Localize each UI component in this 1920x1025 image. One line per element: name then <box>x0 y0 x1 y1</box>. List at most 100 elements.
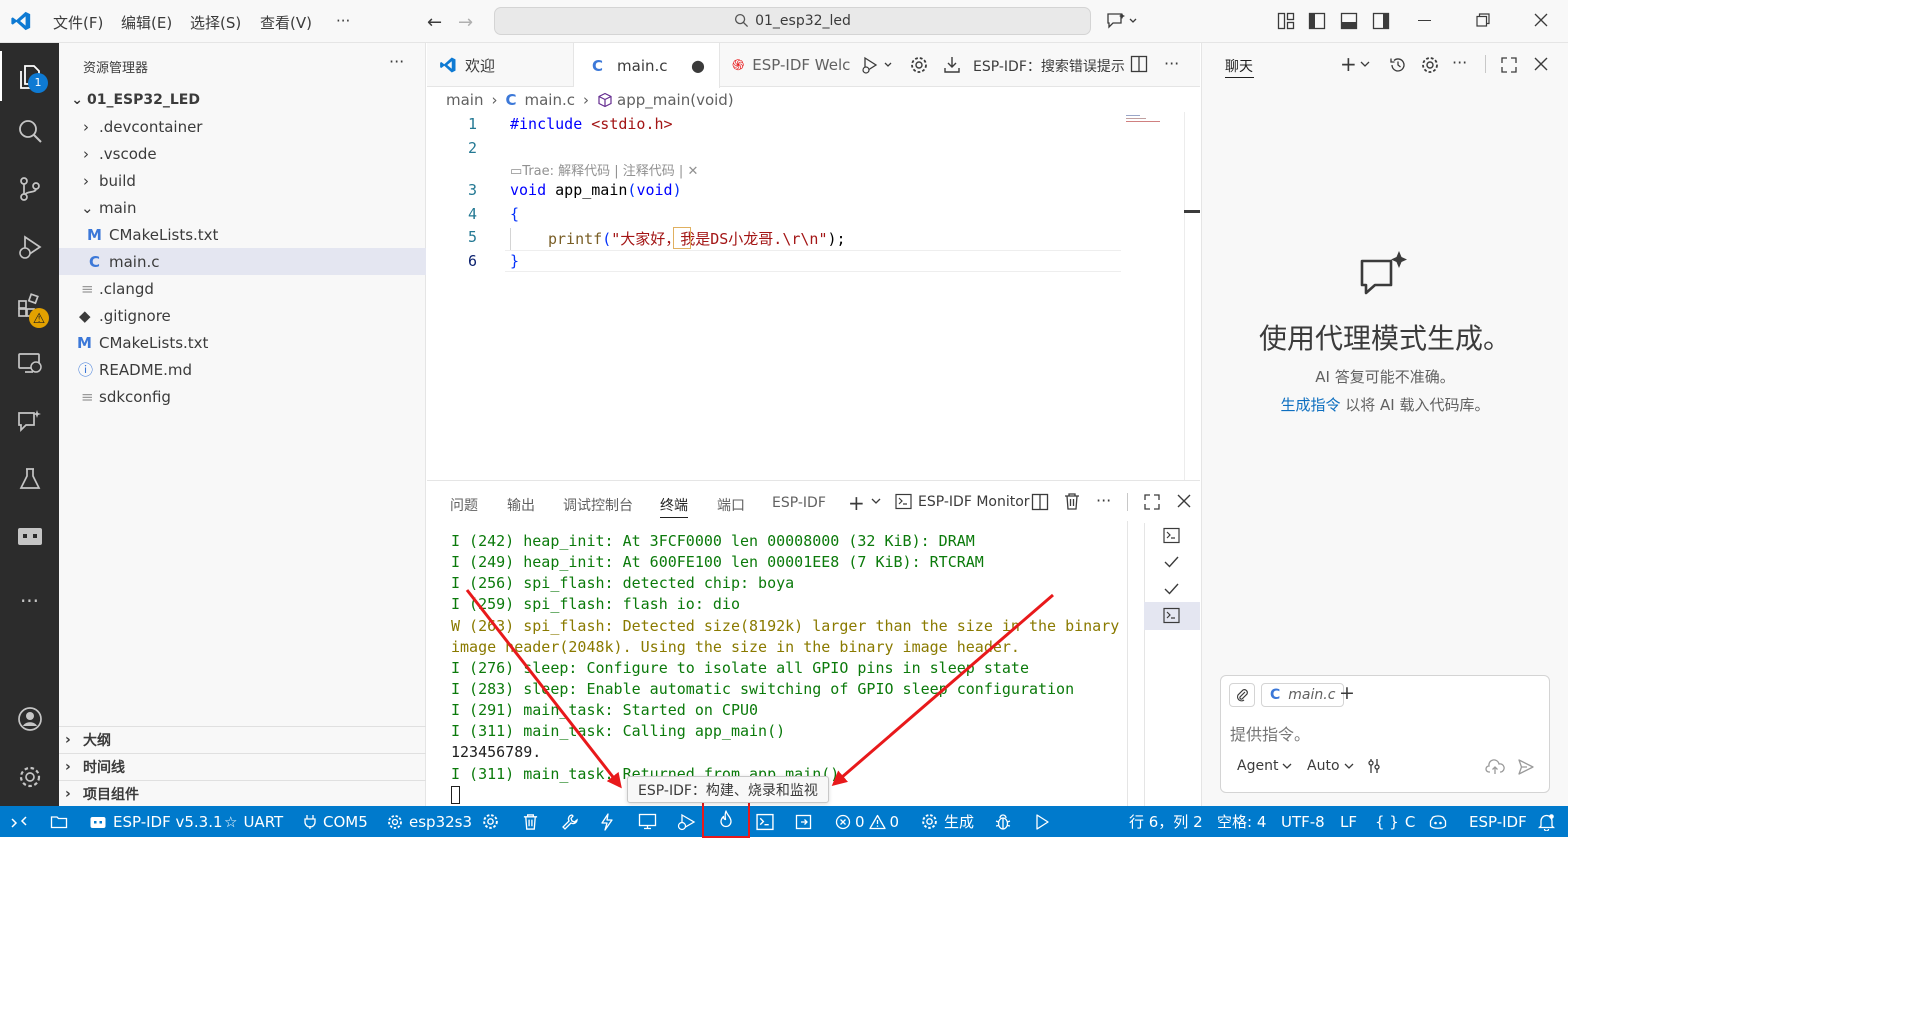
folder-icon[interactable] <box>50 806 68 837</box>
send-icon[interactable] <box>1517 758 1535 776</box>
generate-instructions-link[interactable]: 生成指令 <box>1280 396 1340 414</box>
tree-item-vscode[interactable]: › .vscode <box>59 140 426 167</box>
tree-item-cmakelists[interactable]: M CMakeLists.txt <box>59 329 426 356</box>
chat-title[interactable]: 聊天 <box>1225 56 1253 76</box>
account-icon[interactable] <box>0 693 59 745</box>
copilot-icon[interactable] <box>1428 806 1448 837</box>
panel-tab-ports[interactable]: 端口 <box>717 495 745 515</box>
notifications-bell-icon[interactable] <box>1538 806 1555 837</box>
section-project-components[interactable]: › 项目组件 <box>59 780 426 807</box>
minimize-icon[interactable] <box>1418 20 1431 22</box>
file-encoding[interactable]: UTF-8 <box>1281 806 1325 837</box>
chevron-down-icon[interactable] <box>1360 60 1370 68</box>
esp-idf-status[interactable]: ESP-IDF <box>1469 806 1527 837</box>
terminal-list-item-active[interactable] <box>1144 602 1200 630</box>
maximize-panel-icon[interactable] <box>1143 493 1161 511</box>
unsaved-dot-icon[interactable]: ● <box>691 56 705 75</box>
tree-item-main-c[interactable]: C main.c <box>59 248 426 275</box>
build-flash-monitor-button[interactable] <box>702 800 750 838</box>
tree-item-gitignore[interactable]: ◆ .gitignore <box>59 302 426 329</box>
panel-more-icon[interactable]: ··· <box>1096 491 1111 510</box>
settings-gear-icon[interactable] <box>909 55 929 75</box>
tree-item-clangd[interactable]: ≡ .clangd <box>59 275 426 302</box>
esp-idf-search-error-hint[interactable]: ESP-IDF：搜索错误提示 <box>973 56 1125 76</box>
flash-lightning-icon[interactable] <box>600 806 614 837</box>
maximize-chat-icon[interactable] <box>1500 56 1518 74</box>
menu-selection[interactable]: 选择(S) <box>190 12 241 33</box>
split-terminal-icon[interactable] <box>1031 493 1049 511</box>
menu-file[interactable]: 文件(F) <box>53 12 103 33</box>
close-window-icon[interactable] <box>1534 13 1548 27</box>
run-debug-icon[interactable] <box>0 221 59 273</box>
terminal-list-item-terminal-icon[interactable] <box>1163 527 1180 544</box>
source-control-icon[interactable] <box>0 163 59 215</box>
mode-picker[interactable]: Agent <box>1237 758 1292 774</box>
context-file-chip[interactable]: C main.c <box>1261 683 1345 707</box>
terminal-icon[interactable] <box>756 806 774 837</box>
chat-sparkle-icon[interactable] <box>0 395 59 447</box>
bug-icon[interactable] <box>994 806 1012 837</box>
chat-instruction-input[interactable]: 提供指令。 <box>1230 721 1310 745</box>
build-button[interactable]: 生成 <box>921 806 974 837</box>
panel-tab-terminal[interactable]: 终端 <box>660 495 688 515</box>
tree-item-sdkconfig[interactable]: ≡ sdkconfig <box>59 383 426 410</box>
split-editor-icon[interactable] <box>1130 55 1148 73</box>
tree-item-main-cmakelists[interactable]: M CMakeLists.txt <box>59 221 426 248</box>
tab-main-c[interactable]: C main.c ● <box>574 43 720 88</box>
problems-counter[interactable]: 0 0 <box>835 806 899 837</box>
end-of-line[interactable]: LF <box>1340 806 1357 837</box>
download-flash-icon[interactable] <box>942 55 962 75</box>
model-picker[interactable]: Auto <box>1307 758 1354 774</box>
history-icon[interactable] <box>1389 56 1407 74</box>
new-chat-plus-icon[interactable]: + <box>1340 52 1357 76</box>
tools-icon[interactable] <box>1367 757 1385 775</box>
panel-tab-debug-console[interactable]: 调试控制台 <box>563 495 633 515</box>
chevron-down-icon[interactable] <box>871 497 881 505</box>
flash-method-uart[interactable]: ☆ UART <box>224 806 283 837</box>
tree-item-build[interactable]: › build <box>59 167 426 194</box>
wrench-icon[interactable] <box>561 806 579 837</box>
settings-gear-icon[interactable] <box>482 806 499 837</box>
close-chat-icon[interactable] <box>1534 57 1548 71</box>
chat-sparkle-icon[interactable] <box>1106 11 1138 31</box>
tab-esp-idf-welcome[interactable]: ֍ ESP-IDF Welc <box>720 43 857 87</box>
tree-item-readme[interactable]: ⓘ README.md <box>59 356 426 383</box>
esp-idf-device-icon[interactable] <box>0 511 59 563</box>
chat-input-box[interactable]: C main.c + 提供指令。 Agent Auto <box>1220 675 1550 793</box>
tree-item-devcontainer[interactable]: › .devcontainer <box>59 113 426 140</box>
panel-tab-output[interactable]: 输出 <box>507 495 535 515</box>
cursor-position[interactable]: 行 6，列 2 <box>1129 806 1203 837</box>
breadcrumb-file[interactable]: main.c <box>525 91 576 109</box>
minimap[interactable] <box>1126 112 1184 126</box>
terminal-instance-esp-idf-monitor[interactable]: ESP-IDF Monitor <box>895 493 1030 510</box>
menu-view[interactable]: 查看(V) <box>260 12 312 33</box>
attach-paperclip-icon[interactable] <box>1229 683 1255 707</box>
trash-icon[interactable] <box>522 806 539 837</box>
menu-more[interactable]: ··· <box>336 12 350 30</box>
cloud-upload-icon[interactable] <box>1485 758 1505 776</box>
chat-more-icon[interactable]: ··· <box>1452 53 1467 72</box>
breadcrumb-symbol[interactable]: app_main(void) <box>617 91 734 109</box>
terminal-list-item-check-icon[interactable] <box>1163 582 1180 596</box>
toggle-primary-sidebar-icon[interactable] <box>1308 12 1326 30</box>
panel-tab-esp-idf[interactable]: ESP-IDF <box>772 495 826 511</box>
serial-port-com5[interactable]: COM5 <box>303 806 368 837</box>
open-new-window-icon[interactable] <box>795 806 813 837</box>
remote-explorer-icon[interactable] <box>0 337 59 389</box>
add-context-plus-icon[interactable]: + <box>1339 682 1355 704</box>
toggle-panel-icon[interactable] <box>1340 12 1358 30</box>
trash-icon[interactable] <box>1063 492 1081 511</box>
settings-gear-icon[interactable] <box>0 751 59 803</box>
settings-gear-icon[interactable] <box>1420 55 1440 75</box>
customize-layout-icon[interactable] <box>1277 12 1295 30</box>
restore-icon[interactable] <box>1476 13 1490 27</box>
new-terminal-plus-icon[interactable]: + <box>848 491 865 515</box>
panel-tab-problems[interactable]: 问题 <box>450 495 478 515</box>
breadcrumb-main[interactable]: main <box>446 91 483 109</box>
forward-arrow-icon[interactable]: → <box>458 12 473 33</box>
terminal-list-item-check-icon[interactable] <box>1163 555 1180 569</box>
remote-indicator-icon[interactable] <box>10 806 28 837</box>
toggle-secondary-sidebar-icon[interactable] <box>1372 12 1390 30</box>
testing-flask-icon[interactable] <box>0 453 59 505</box>
run-debug-dropdown-icon[interactable] <box>861 55 897 75</box>
